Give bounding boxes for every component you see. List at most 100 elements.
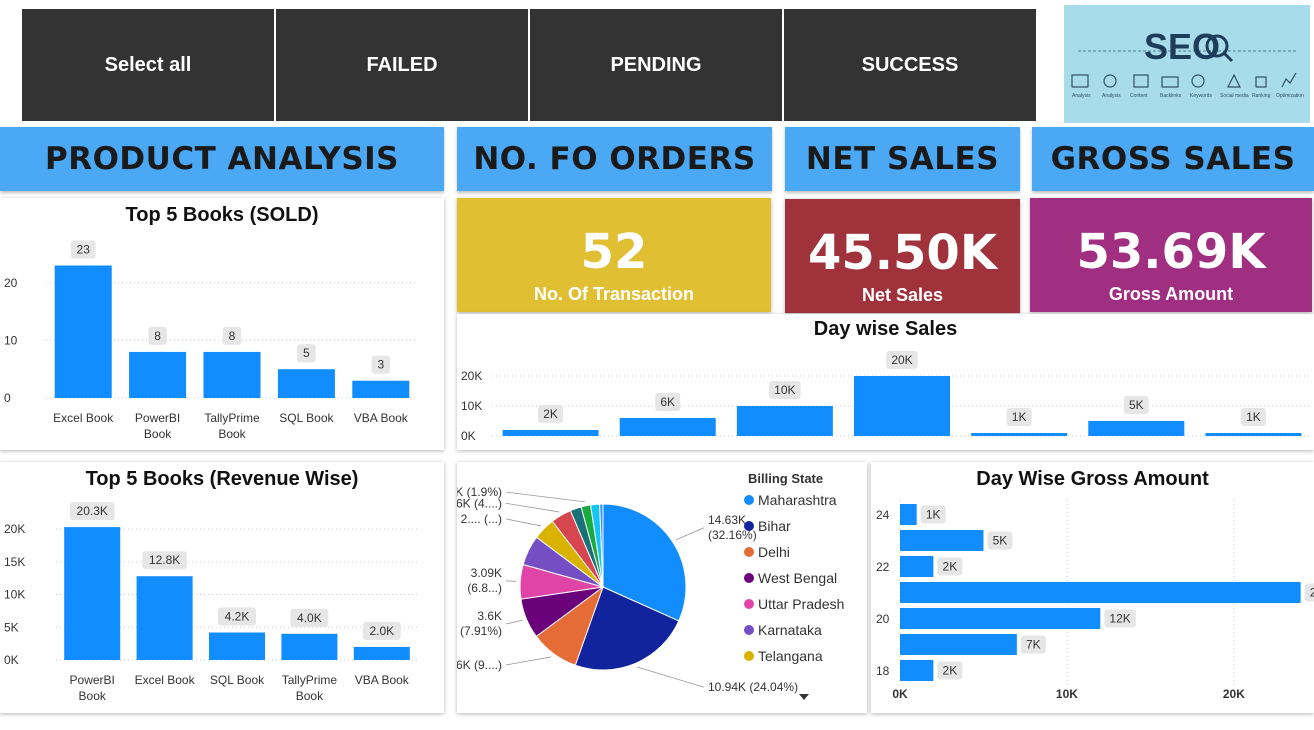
bar [209, 632, 265, 660]
bar [136, 576, 193, 660]
y-tick-label: 20 [876, 612, 890, 626]
data-label: 24K [1310, 586, 1314, 600]
data-label: 20.3K [77, 504, 108, 518]
bar [1088, 421, 1185, 436]
data-label: 6K [660, 395, 675, 409]
legend-marker [744, 521, 754, 531]
bar [900, 504, 917, 525]
data-label: 12.8K [149, 553, 180, 567]
data-label: 1K [926, 508, 941, 522]
x-tick-label: 20K [1223, 687, 1245, 701]
x-tick-label: SQL Book [279, 411, 334, 425]
bar [129, 351, 187, 398]
pie-data-label: (6.8...) [467, 581, 502, 595]
kpi-net-sales-value: 45.50K [807, 225, 998, 281]
legend-item: Maharashtra [758, 492, 837, 508]
kpi-orders-label: No. Of Transaction [533, 284, 695, 304]
pie-leader-line [505, 619, 523, 625]
data-label: 8 [154, 329, 161, 343]
y-tick-label: 10 [4, 333, 18, 347]
y-tick-label: 18 [876, 664, 890, 678]
bar [900, 556, 934, 577]
logo-step-label: Optimization [1276, 93, 1304, 99]
pie-leader-line [505, 656, 552, 666]
data-label: 2.0K [369, 624, 394, 638]
panel-billing-state: 14.63K(32.16%)10.94K (24.04%)4.36K (9...… [457, 462, 867, 713]
legend-item: Delhi [758, 544, 790, 560]
data-label: 4.0K [297, 611, 322, 625]
logo-step-label: Ranking [1252, 93, 1271, 99]
slicer-pending[interactable]: PENDING [530, 9, 782, 121]
data-label: 4.2K [225, 610, 250, 624]
y-tick-label: 22 [876, 560, 890, 574]
legend-title: Billing State [748, 471, 823, 486]
bar [502, 430, 599, 436]
x-tick-label: TallyPrime [204, 411, 260, 425]
chart-day-wise-sales: 0K 10K 20K 2K 6K 10K 20K 1K 5K 1K [461, 351, 1312, 443]
pie-data-label: 2.... (...) [461, 512, 502, 526]
legend-scroll-down-icon[interactable] [799, 694, 809, 700]
x-tick-label: 0K [892, 687, 908, 701]
kpi-gross-label: Gross Amount [1108, 284, 1234, 304]
slicer-select-all[interactable]: Select all [22, 9, 274, 121]
x-tick-label: SQL Book [210, 673, 265, 687]
seo-logo: SEO Analysis Analysis Content Backlinks … [1064, 5, 1310, 123]
pie-data-label: 3.09K [471, 566, 502, 580]
kpi-gross-card: 53.69K Gross Amount [1030, 198, 1312, 312]
data-label: 1K [1012, 410, 1027, 424]
header-net-sales: NET SALES [785, 127, 1020, 191]
pie-leader-line [505, 518, 542, 527]
legend-marker [744, 651, 754, 661]
data-label: 12K [1109, 612, 1130, 626]
pie-leader-line [505, 491, 586, 503]
data-label: 23 [77, 243, 91, 257]
x-tick-label: 10K [1056, 687, 1078, 701]
x-tick-label: Book [79, 689, 107, 703]
bar [352, 380, 410, 398]
y-tick-label: 20K [4, 522, 25, 536]
pie-data-label: 0.86K (1.9%) [457, 485, 502, 499]
x-tick-label: VBA Book [354, 411, 409, 425]
panel-day-wise-gross: Day Wise Gross Amount 0K 10K 20K 1K 24 5K 2K 22… [871, 462, 1314, 713]
bar [277, 369, 335, 398]
y-tick-label: 0K [461, 429, 476, 443]
chart-billing-state: 14.63K(32.16%)10.94K (24.04%)4.36K (9...… [457, 471, 844, 694]
y-tick-label: 15K [4, 555, 25, 569]
chart-top5-sold: 0 10 20 23 Excel Book 8 PowerBI Book 8 TallyPrime… [4, 240, 418, 441]
legend-marker [744, 573, 754, 583]
data-label: 2K [543, 407, 558, 421]
logo-step-label: Social media [1220, 93, 1249, 99]
bar [353, 646, 410, 660]
pie-leader-line [675, 527, 705, 541]
data-label: 20K [891, 353, 912, 367]
kpi-orders-card: 52 No. Of Transaction [457, 198, 771, 312]
header-product-analysis: PRODUCT ANALYSIS [0, 127, 444, 191]
slicer-success[interactable]: SUCCESS [784, 9, 1036, 121]
bar [900, 582, 1301, 603]
chart-top5-revenue: 0K 5K 10K 15K 20K 20.3K PowerBI Book 12.8K Excel … [4, 502, 418, 703]
legend-item: Uttar Pradesh [758, 596, 844, 612]
header-orders: NO. FO ORDERS [457, 127, 772, 191]
panel-top5-revenue: Top 5 Books (Revenue Wise) 0K 5K 10K 15K 20K… [0, 462, 444, 713]
logo-step-label: Keywords [1190, 93, 1212, 99]
logo-text: SEO [1144, 26, 1220, 67]
y-tick-label: 20 [4, 276, 18, 290]
bar [1205, 433, 1302, 436]
legend-marker [744, 625, 754, 635]
data-label: 5K [1129, 398, 1144, 412]
bar [900, 608, 1101, 629]
bar [203, 351, 261, 398]
logo-step-label: Analysis [1072, 93, 1091, 99]
bar [971, 433, 1068, 436]
bar [736, 406, 833, 436]
pie-data-label: 14.63K [708, 513, 746, 527]
y-tick-label: 10K [4, 588, 25, 602]
pie-data-label: 3.6K [477, 609, 502, 623]
slicer-failed[interactable]: FAILED [276, 9, 528, 121]
data-label: 5 [303, 346, 310, 360]
logo-step-label: Backlinks [1160, 93, 1182, 99]
y-tick-label: 24 [876, 508, 890, 522]
kpi-gross-value: 53.69K [1076, 224, 1266, 280]
bar [619, 418, 716, 436]
legend-marker [744, 547, 754, 557]
